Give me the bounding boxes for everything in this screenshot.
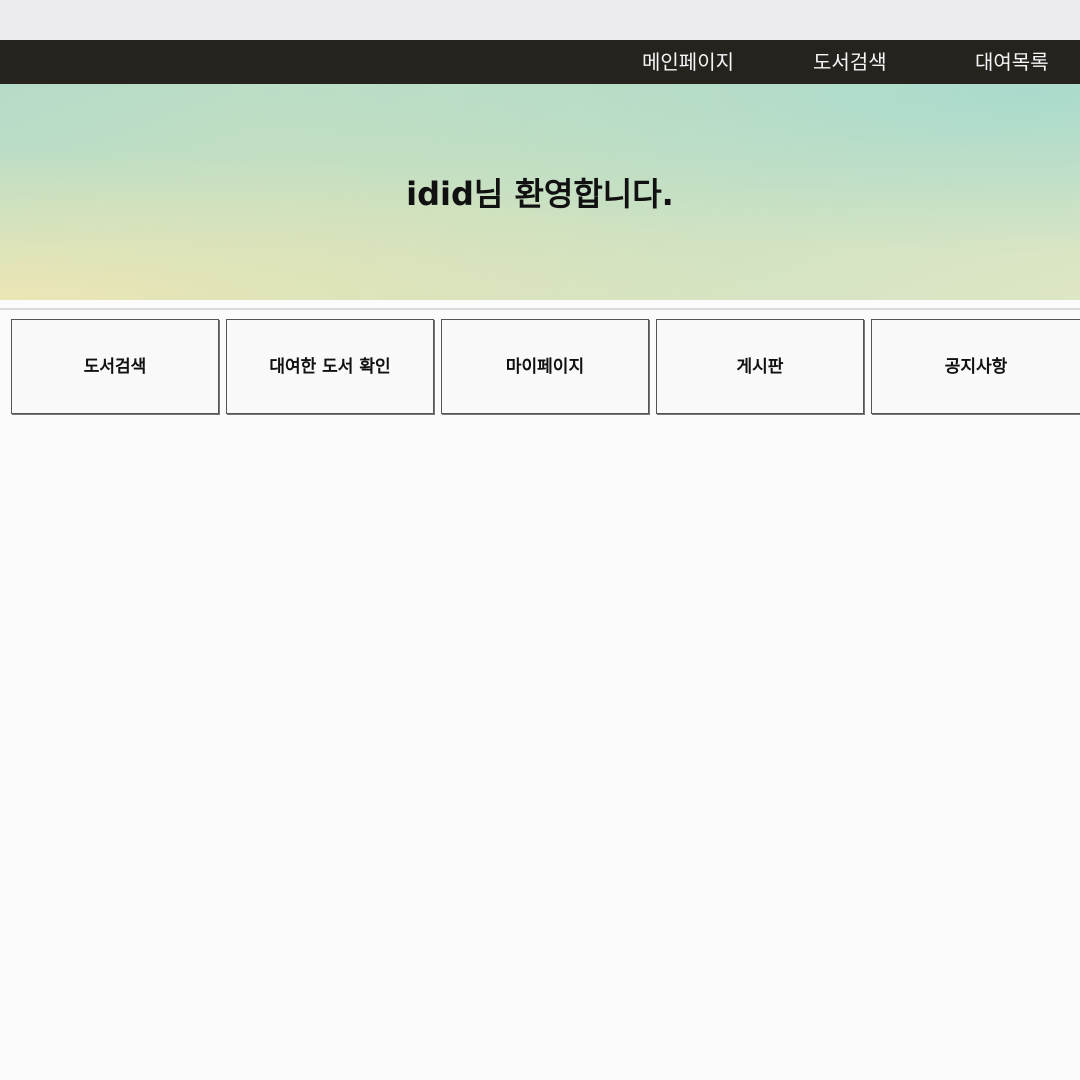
notice-button[interactable]: 공지사항 <box>871 319 1080 414</box>
book-search-button[interactable]: 도서검색 <box>11 319 219 414</box>
nav-link-main-page[interactable]: 메인페이지 <box>642 40 734 84</box>
welcome-title: idid님 환영합니다. <box>406 175 674 213</box>
nav-link-book-search[interactable]: 도서검색 <box>813 40 887 84</box>
my-page-button[interactable]: 마이페이지 <box>441 319 649 414</box>
divider <box>0 308 1080 310</box>
welcome-banner: idid님 환영합니다. <box>0 84 1080 300</box>
nav-link-rental-list[interactable]: 대여목록 <box>975 40 1049 84</box>
browser-top-strip <box>0 0 1080 40</box>
top-navbar: 메인페이지 도서검색 대여목록 <box>0 40 1080 84</box>
rented-books-button[interactable]: 대여한 도서 확인 <box>226 319 434 414</box>
board-button[interactable]: 게시판 <box>656 319 864 414</box>
